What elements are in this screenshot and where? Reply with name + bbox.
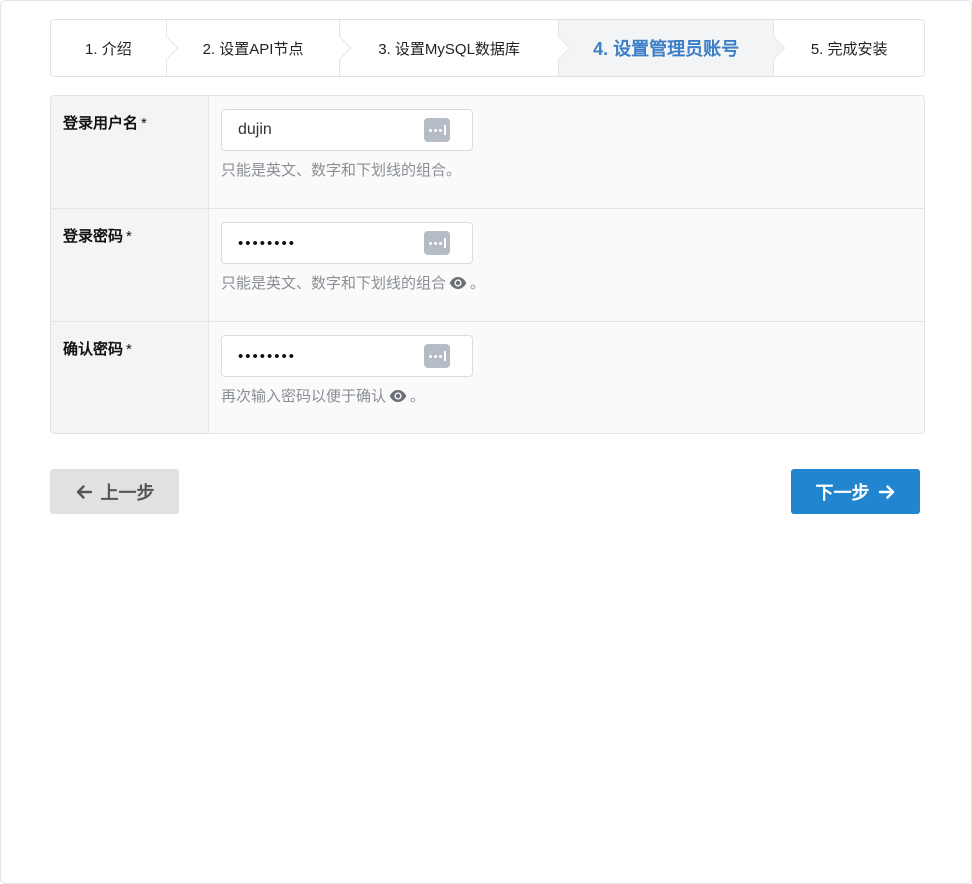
field-label: 确认密码 [63,341,124,358]
step-finish[interactable]: 5. 完成安装 [774,20,924,76]
password-field-cell: •••••••• 只能是英文、数字和下划线的组合 。 [209,209,924,321]
password-input[interactable]: •••••••• [221,222,473,264]
field-label: 登录用户名 [63,115,139,132]
required-mark: * [126,341,132,358]
username-field-cell: dujin 只能是英文、数字和下划线的组合。 [209,96,924,208]
password-hint: 只能是英文、数字和下划线的组合 。 [221,272,924,293]
confirm-label: 确认密码 * [51,322,209,433]
username-value: dujin [238,121,272,138]
password-manager-icon[interactable] [424,231,450,255]
password-manager-icon[interactable] [424,118,450,142]
hint-text: 再次输入密码以便于确认 [221,388,387,405]
step-label: 5. 完成安装 [810,40,888,58]
admin-account-form: 登录用户名 * dujin 只能是英文、数字和下划线的组合。 登录密码 * ••… [50,95,925,434]
step-api-node[interactable]: 2. 设置API节点 [166,20,352,76]
field-label: 登录密码 [63,228,124,245]
form-row-password: 登录密码 * •••••••• 只能是英文、数字和下划线的组合 。 [51,209,924,322]
step-label: 4. 设置管理员账号 [593,39,740,59]
step-admin-account[interactable]: 4. 设置管理员账号 [558,20,786,76]
hint-suffix: 。 [470,275,486,292]
arrow-right-icon [878,484,894,499]
confirm-hint: 再次输入密码以便于确认 。 [221,385,924,406]
step-label: 1. 介绍 [85,40,132,58]
step-intro[interactable]: 1. 介绍 [51,20,179,76]
username-hint: 只能是英文、数字和下划线的组合。 [221,159,924,180]
hint-text: 只能是英文、数字和下划线的组合 [221,275,447,292]
password-manager-icon[interactable] [424,344,450,368]
form-row-username: 登录用户名 * dujin 只能是英文、数字和下划线的组合。 [51,96,924,209]
password-label: 登录密码 * [51,209,209,321]
username-input[interactable]: dujin [221,109,473,151]
confirm-value: •••••••• [238,347,297,365]
confirm-field-cell: •••••••• 再次输入密码以便于确认 。 [209,322,924,433]
required-mark: * [126,228,132,245]
step-label: 3. 设置MySQL数据库 [378,40,520,58]
next-step-button[interactable]: 下一步 [791,469,920,514]
page-frame: 1. 介绍 2. 设置API节点 3. 设置MySQL数据库 4. 设置管理员账… [0,0,972,884]
eye-icon[interactable] [389,389,407,403]
username-label: 登录用户名 * [51,96,209,208]
required-mark: * [141,115,147,132]
prev-step-label: 上一步 [100,482,155,503]
eye-icon[interactable] [449,276,467,290]
hint-text: 只能是英文、数字和下划线的组合。 [221,162,462,179]
confirm-password-input[interactable]: •••••••• [221,335,473,377]
prev-step-button[interactable]: 上一步 [50,469,179,514]
step-bar: 1. 介绍 2. 设置API节点 3. 设置MySQL数据库 4. 设置管理员账… [50,19,925,77]
password-value: •••••••• [238,234,297,252]
form-row-confirm: 确认密码 * •••••••• 再次输入密码以便于确认 。 [51,322,924,433]
hint-suffix: 。 [410,388,426,405]
next-step-label: 下一步 [815,482,870,503]
arrow-left-icon [76,484,92,499]
step-mysql[interactable]: 3. 设置MySQL数据库 [340,20,571,76]
step-label: 2. 设置API节点 [202,40,304,58]
